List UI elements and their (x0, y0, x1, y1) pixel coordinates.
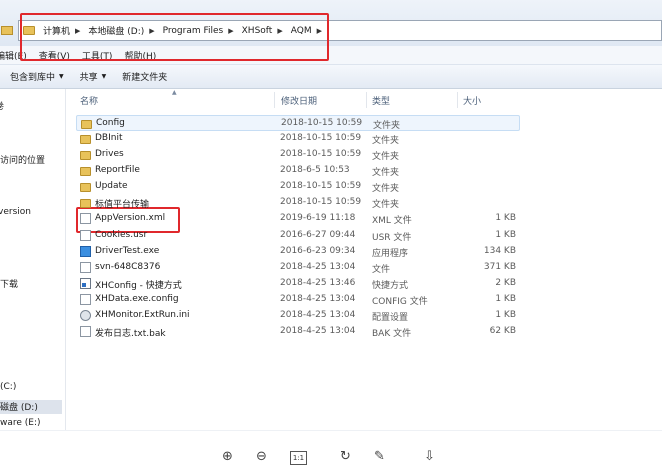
shortcut-icon (80, 278, 91, 289)
nav-item-downloads[interactable]: 下载 (0, 277, 18, 290)
nav-item-drive-d[interactable]: 磁盘 (D:) (0, 400, 62, 414)
folder-icon (1, 26, 13, 35)
file-row[interactable]: ReportFile 2018-6-5 10:53 文件夹 (76, 163, 520, 179)
file-row[interactable]: DriverTest.exe 2016-6-23 09:34 应用程序 134 … (76, 244, 520, 260)
folder-icon (80, 135, 91, 144)
file-row[interactable]: Drives 2018-10-15 10:59 文件夹 (76, 147, 520, 163)
file-row[interactable]: Config 2018-10-15 10:59 文件夹 (76, 115, 520, 131)
file-row[interactable]: 标值平台传输 2018-10-15 10:59 文件夹 (76, 195, 520, 211)
file-icon (80, 262, 91, 273)
file-row[interactable]: Update 2018-10-15 10:59 文件夹 (76, 179, 520, 195)
file-row[interactable]: 发布日志.txt.bak 2018-4-25 13:04 BAK 文件 62 K… (76, 324, 520, 340)
share-button[interactable]: 共享 ▼ (72, 70, 115, 83)
nav-item-version[interactable]: version (0, 207, 31, 217)
xml-file-icon (80, 213, 91, 224)
folder-icon (80, 151, 91, 160)
file-icon (80, 230, 91, 241)
download-icon[interactable]: ⇩ (424, 449, 435, 465)
nav-item-favorites[interactable]: 卷 (0, 99, 4, 112)
edit-pencil-icon[interactable]: ✎ (374, 449, 385, 465)
file-row[interactable]: XHData.exe.config 2018-4-25 13:04 CONFIG… (76, 292, 520, 308)
include-in-library-button[interactable]: 包含到库中 ▼ (2, 70, 72, 83)
file-row[interactable]: AppVersion.xml 2019-6-19 11:18 XML 文件 1 … (76, 211, 520, 227)
column-header-name[interactable]: 名称 (80, 94, 98, 107)
folder-icon (80, 167, 91, 176)
folder-icon (80, 183, 91, 192)
rotate-icon[interactable]: ↻ (340, 449, 351, 465)
nav-item-drive-c[interactable]: (C:) (0, 382, 16, 392)
file-row[interactable]: Cookies.usr 2016-6-27 09:44 USR 文件 1 KB (76, 228, 520, 244)
folder-icon (81, 120, 92, 129)
column-divider[interactable] (366, 92, 367, 108)
address-highlight-box (20, 13, 329, 61)
folder-icon (80, 199, 91, 208)
file-icon (80, 294, 91, 305)
file-row[interactable]: XHConfig - 快捷方式 2018-4-25 13:46 快捷方式 2 K… (76, 276, 520, 292)
column-header-size[interactable]: 大小 (463, 94, 481, 107)
ini-gear-icon (80, 310, 91, 321)
zoom-out-icon[interactable]: ⊖ (256, 449, 267, 465)
image-viewer-toolbar: ⊕ ⊖ 1:1 ↻ ✎ ⇩ (0, 430, 662, 465)
file-row[interactable]: DBInit 2018-10-15 10:59 文件夹 (76, 131, 520, 147)
chevron-down-icon: ▼ (59, 73, 64, 80)
file-row[interactable]: svn-648C8376 2018-4-25 13:04 文件 371 KB (76, 260, 520, 276)
actual-size-button[interactable]: 1:1 (290, 451, 307, 465)
file-row[interactable]: XHMonitor.ExtRun.ini 2018-4-25 13:04 配置设… (76, 308, 520, 324)
file-icon (80, 326, 91, 337)
column-divider[interactable] (457, 92, 458, 108)
sort-caret-icon: ▲ (172, 89, 177, 96)
column-divider[interactable] (274, 92, 275, 108)
column-header-date[interactable]: 修改日期 (281, 94, 317, 107)
nav-item-recent-places[interactable]: 访问的位置 (0, 153, 45, 166)
zoom-in-icon[interactable]: ⊕ (222, 449, 233, 465)
exe-icon (80, 246, 91, 257)
chevron-down-icon: ▼ (101, 73, 107, 80)
nav-item-drive-e[interactable]: ware (E:) (0, 418, 41, 428)
navigation-pane: 卷 访问的位置 version 下载 (C:) 磁盘 (D:) ware (E:… (0, 89, 66, 430)
command-toolbar: 包含到库中 ▼ 共享 ▼ 新建文件夹 (0, 65, 662, 89)
new-folder-button[interactable]: 新建文件夹 (114, 70, 175, 83)
column-header-type[interactable]: 类型 (372, 94, 390, 107)
